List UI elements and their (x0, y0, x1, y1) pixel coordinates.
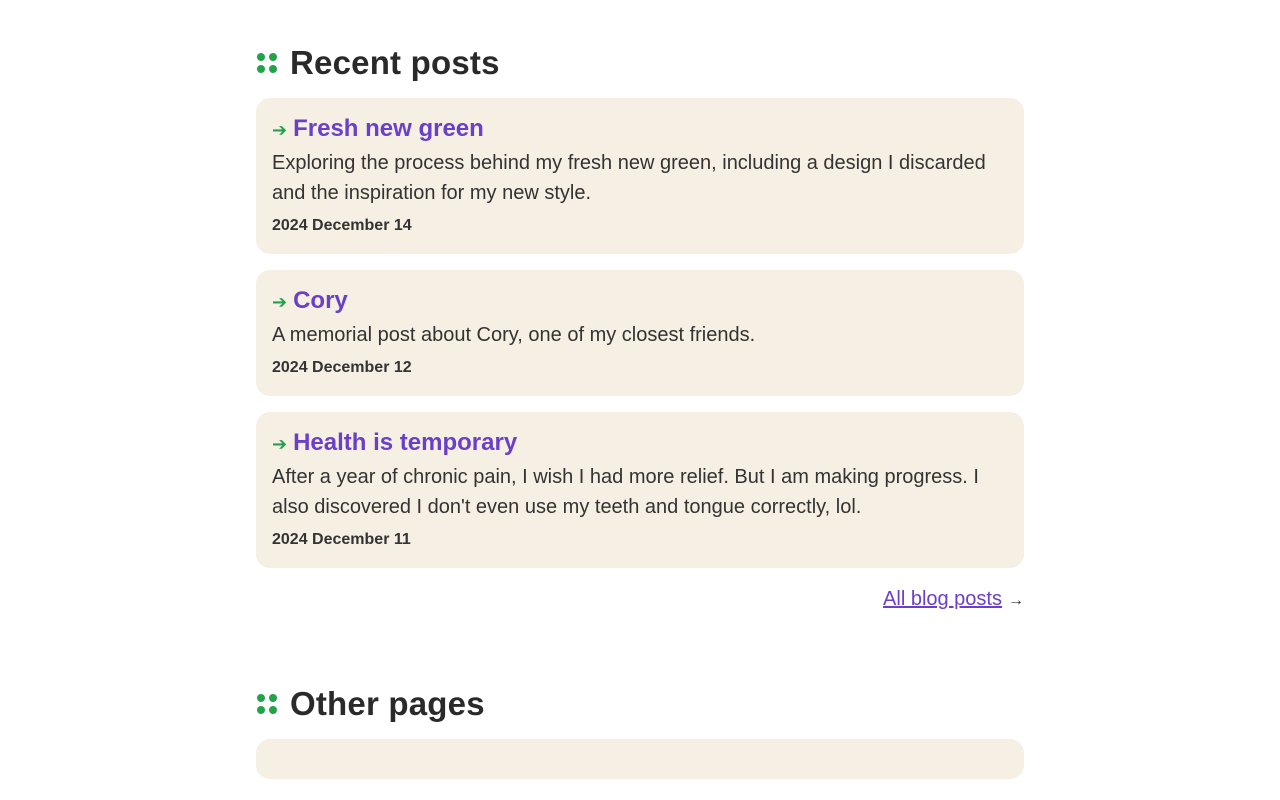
post-title-row: ➔ Fresh new green (272, 112, 1008, 146)
post-date: 2024 December 11 (272, 531, 411, 548)
arrow-right-icon: ➔ (272, 434, 288, 454)
post-date: 2024 December 14 (272, 217, 412, 234)
other-pages-section: Other pages (256, 683, 1024, 779)
other-pages-heading: Other pages (256, 683, 1024, 725)
four-dots-icon (257, 53, 277, 73)
post-date: 2024 December 12 (272, 359, 412, 376)
recent-posts-heading: Recent posts (256, 42, 1024, 84)
post-card: ➔ Fresh new green Exploring the process … (256, 98, 1024, 254)
post-excerpt: After a year of chronic pain, I wish I h… (272, 466, 979, 518)
section-title: Other pages (290, 685, 485, 722)
post-card: ➔ Health is temporary After a year of ch… (256, 412, 1024, 568)
page: Recent posts ➔ Fresh new green Exploring… (256, 0, 1024, 779)
four-dots-icon (257, 694, 277, 714)
section-title: Recent posts (290, 44, 500, 81)
all-blog-posts-link[interactable]: All blog posts (883, 588, 1002, 610)
arrow-right-icon: ➔ (272, 120, 288, 140)
post-title-link[interactable]: Cory (293, 287, 348, 315)
post-card: ➔ Cory A memorial post about Cory, one o… (256, 270, 1024, 396)
page-card (256, 739, 1024, 779)
post-title-link[interactable]: Health is temporary (293, 429, 517, 457)
all-posts-row: All blog posts → (256, 584, 1024, 616)
arrow-right-icon: → (1008, 592, 1024, 609)
post-title-row: ➔ Health is temporary (272, 426, 1008, 460)
post-title-link[interactable]: Fresh new green (293, 115, 484, 143)
post-excerpt: Exploring the process behind my fresh ne… (272, 152, 986, 204)
post-excerpt: A memorial post about Cory, one of my cl… (272, 324, 756, 346)
post-title-row: ➔ Cory (272, 284, 1008, 318)
arrow-right-icon: ➔ (272, 292, 288, 312)
